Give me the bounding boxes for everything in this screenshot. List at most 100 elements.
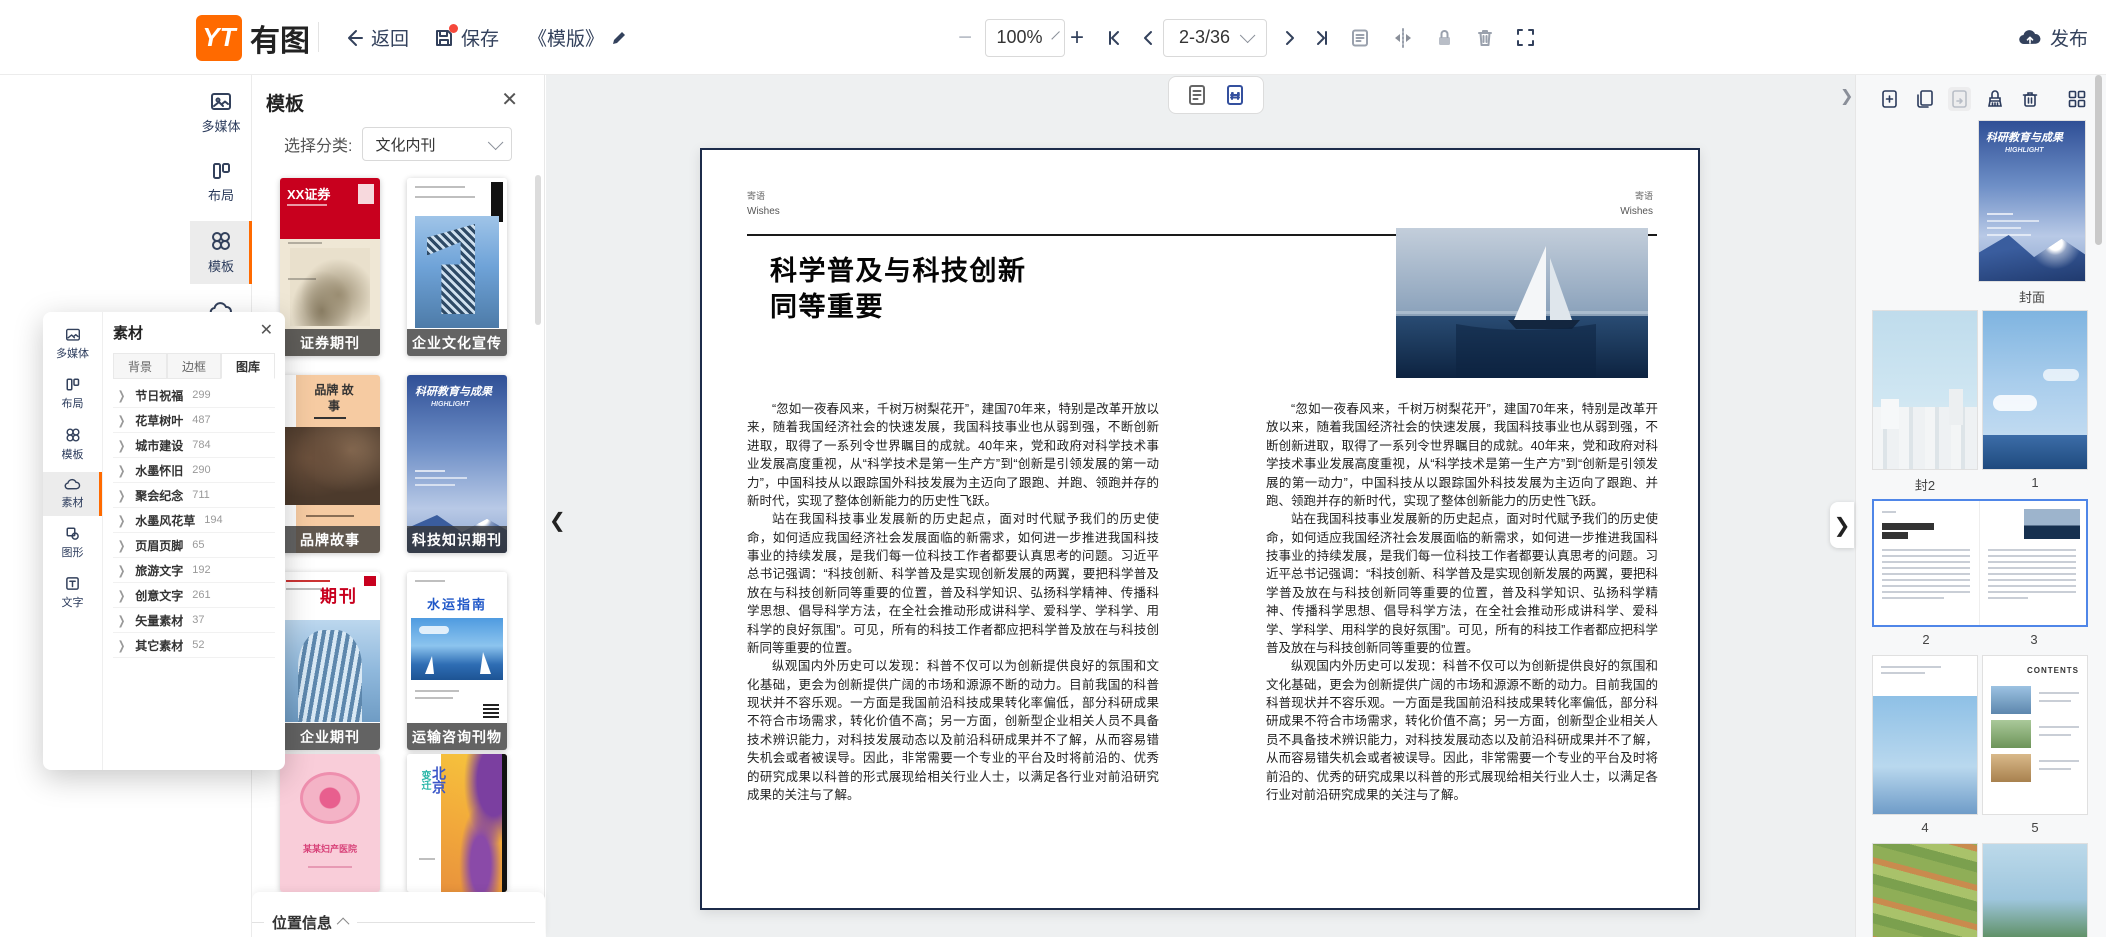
editor-canvas-area[interactable]: 寄语 Wishes 寄语 Wishes 科学普及与科技创新 同等重要 [546,75,1855,937]
zoom-select[interactable]: 100% [985,19,1065,57]
sidebar-item-multimedia[interactable]: 多媒体 [190,83,252,144]
material-rail-multimedia[interactable]: 多媒体 [43,322,102,367]
article-title[interactable]: 科学普及与科技创新 同等重要 [770,254,1027,325]
split-view-button[interactable] [1392,0,1414,75]
material-category-row[interactable]: ❯城市建设784 [113,433,275,458]
collapse-right-panel-button[interactable]: ❯ [1830,502,1854,548]
import-page-button[interactable] [1948,87,1971,111]
sidebar-item-layout[interactable]: 布局 [190,152,252,213]
template-card-securities[interactable]: XX证券 证券期刊 [280,178,380,356]
close-icon[interactable]: ✕ [501,87,518,112]
page-thumb-label: 5 [1982,820,2088,835]
first-page-button[interactable] [1105,0,1123,75]
page-header-left: 寄语 Wishes [747,190,780,219]
category-select[interactable]: 文化内刊 [362,127,512,161]
page-thumb-7[interactable] [1982,843,2088,937]
page-settings-button[interactable] [1350,0,1370,75]
close-icon[interactable]: ✕ [260,320,273,340]
single-page-view-button[interactable] [1187,84,1207,106]
prev-page-icon [1140,29,1156,47]
page-thumb-4[interactable] [1872,655,1978,815]
material-category-row[interactable]: ❯其它素材52 [113,633,275,658]
template-card-enterprise-journal[interactable]: 期刊 企业期刊 [280,572,380,750]
material-category-row[interactable]: ❯聚会纪念711 [113,483,275,508]
zoom-in-button[interactable]: + [1070,0,1084,75]
duplicate-page-button[interactable] [1913,87,1936,111]
last-page-button[interactable] [1313,0,1331,75]
material-category-row[interactable]: ❯花草树叶487 [113,408,275,433]
tab-gallery[interactable]: 图库 [221,353,275,379]
chevron-right-icon: ❯ [118,388,125,402]
fullscreen-button[interactable] [1516,0,1535,75]
document-title[interactable]: 《模版》 [528,0,627,75]
category-name: 页眉页脚 [135,537,183,554]
page-thumb-1[interactable] [1982,310,2088,470]
material-category-row[interactable]: ❯水墨风花草194 [113,508,275,533]
zoom-value: 100% [996,27,1042,48]
layout-icon [211,161,231,181]
page-thumb-6[interactable] [1872,843,1978,937]
spread-view-button[interactable] [1225,84,1245,106]
page-thumb-5[interactable]: CONTENTS [1982,655,2088,815]
template-icon [65,427,81,443]
material-category-row[interactable]: ❯创意文字261 [113,583,275,608]
lock-button[interactable] [1435,0,1454,75]
position-info-section[interactable]: 位置信息 [252,892,545,937]
tab-background[interactable]: 背景 [113,353,167,379]
rail-label: 布局 [62,395,84,411]
chevron-right-icon: ❯ [118,613,125,627]
category-name: 城市建设 [135,437,183,454]
publish-button[interactable]: 发布 [2018,0,2088,75]
material-rail-shapes[interactable]: 图形 [43,520,102,566]
material-rail-text[interactable]: 文字 [43,570,102,616]
template-card-corp-culture[interactable]: 企业文化宣传 [407,178,507,356]
panel-scrollbar[interactable] [535,175,541,325]
tab-border[interactable]: 边框 [167,353,221,379]
collapse-left-panel-button[interactable]: ❮ [549,508,566,533]
category-count: 711 [192,489,210,501]
paragraph: 纵观国内外历史可以发现：科普不仅可以为创新提供良好的氛围和文化基础，更会为创新提… [1266,657,1658,804]
template-card-hospital[interactable]: 某某妇产医院 [280,754,380,892]
material-rail-layout[interactable]: 布局 [43,371,102,417]
page-thumb-spread-2-3-selected[interactable] [1872,499,2088,627]
template-card-beijing[interactable]: 北京 变迁 [407,754,507,892]
material-rail-template[interactable]: 模板 [43,421,102,468]
page-thumb-label: 3 [1980,632,2088,647]
template-card-transport-journal[interactable]: 水运指南 运输咨询刊物 [407,572,507,750]
cover-title: 品牌 故事 [314,383,354,414]
sidebar-item-template[interactable]: 模板 [190,221,252,284]
prev-page-button[interactable] [1140,0,1156,75]
clear-page-button[interactable] [1983,87,2007,111]
sailboat-photo[interactable] [1396,228,1648,378]
template-card-science-journal[interactable]: 科研教育与成果 HIGHLIGHT 科技知识期刊 [407,375,507,553]
article-column-left[interactable]: “忽如一夜春风来，千树万树梨花开”，建国70年来，特别是改革开放以来，随着我国经… [747,400,1159,804]
save-button[interactable]: 保存 [434,0,499,75]
page-indicator-select[interactable]: 2-3/36 [1163,19,1267,57]
material-category-row[interactable]: ❯旅游文字192 [113,558,275,583]
template-card-brand-story[interactable]: 品牌 故事 品牌故事 [280,375,380,553]
material-rail-material[interactable]: 素材 [43,472,102,516]
material-category-row[interactable]: ❯水墨怀旧290 [113,458,275,483]
view-toggle-group [1168,76,1264,114]
back-button[interactable]: 返回 [344,0,409,75]
page-thumb-label: 封面 [1978,287,2086,306]
pages-scrollbar[interactable] [2095,75,2102,245]
article-column-right[interactable]: “忽如一夜春风来，千树万树梨花开”，建国70年来，特别是改革开放以来，随着我国经… [1266,400,1658,804]
delete-page-button[interactable] [2019,87,2041,111]
add-page-button[interactable] [1878,87,1901,111]
expand-right-chevron-icon[interactable]: ❯ [1840,86,1853,106]
page-thumb-cover2[interactable] [1872,310,1978,470]
zoom-out-button[interactable]: − [958,0,972,75]
page-header-right: 寄语 Wishes [1620,190,1653,219]
next-page-button[interactable] [1282,0,1298,75]
material-category-row[interactable]: ❯页眉页脚65 [113,533,275,558]
grid-view-button[interactable] [2065,87,2089,111]
page-spread[interactable]: 寄语 Wishes 寄语 Wishes 科学普及与科技创新 同等重要 [700,148,1700,910]
page-thumb-cover[interactable]: 科研教育与成果 HIGHLIGHT [1978,120,2086,282]
category-name: 水墨怀旧 [135,462,183,479]
chevron-right-icon: ❯ [118,563,125,577]
logo-brand-text: 有图 [250,16,310,60]
material-category-row[interactable]: ❯节日祝福299 [113,383,275,408]
delete-button[interactable] [1476,0,1494,75]
material-category-row[interactable]: ❯矢量素材37 [113,608,275,633]
